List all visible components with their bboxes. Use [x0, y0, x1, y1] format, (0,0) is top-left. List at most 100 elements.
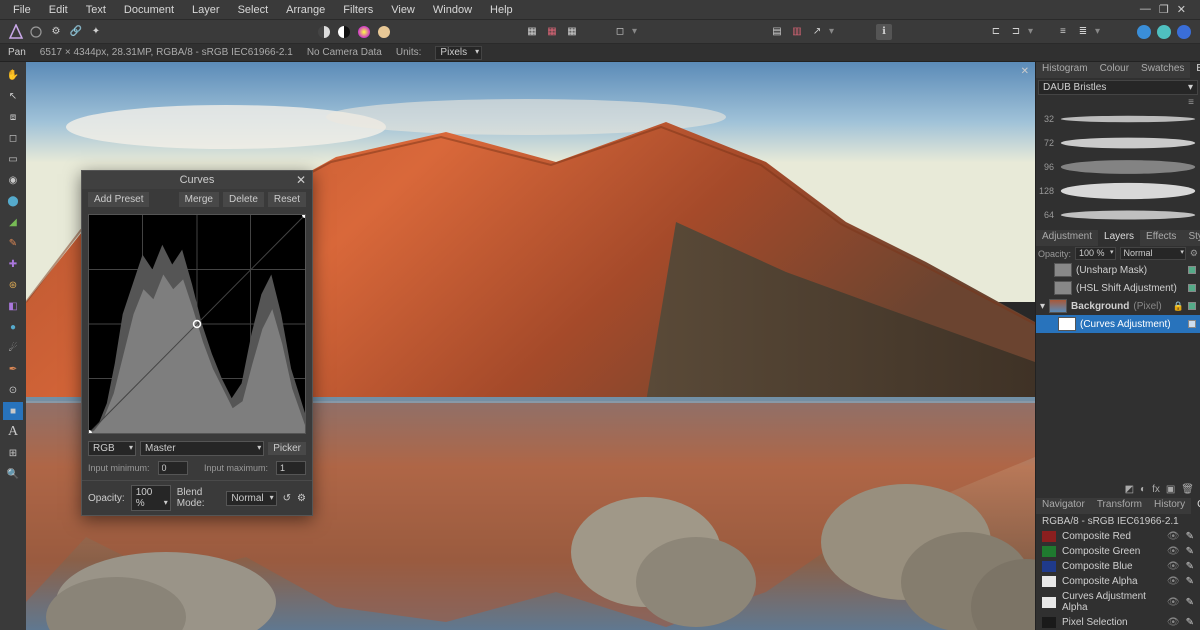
arrange-b-icon[interactable]: ≣ — [1075, 24, 1091, 40]
tab-brushes[interactable]: Brushes — [1190, 62, 1200, 78]
layer-item-curves[interactable]: (Curves Adjustment) — [1036, 315, 1200, 333]
lens-icon[interactable] — [28, 24, 44, 40]
persona-photo-icon[interactable] — [1136, 24, 1152, 40]
brush-menu-icon[interactable]: ≡ — [1036, 97, 1200, 108]
dodge-tool[interactable]: ● — [3, 318, 23, 336]
eye-icon[interactable]: 👁 — [1167, 576, 1180, 587]
tab-navigator[interactable]: Navigator — [1036, 498, 1091, 514]
tab-styles[interactable]: Styles — [1182, 230, 1200, 246]
tab-adjustment[interactable]: Adjustment — [1036, 230, 1098, 246]
lock-icon[interactable]: 🔒 — [1173, 301, 1184, 312]
menu-layer[interactable]: Layer — [183, 2, 229, 18]
layer-blend-select[interactable]: Normal — [1120, 247, 1186, 260]
curves-channel-select[interactable]: RGB — [88, 441, 136, 456]
align-b-icon[interactable]: ▥ — [789, 24, 805, 40]
wand-icon[interactable]: ✦ — [88, 24, 104, 40]
eye-icon[interactable]: 👁 — [1167, 617, 1180, 628]
clone-tool[interactable]: ⊛ — [3, 276, 23, 294]
channel-item[interactable]: Pixel Selection👁✎ — [1036, 615, 1200, 630]
info-icon[interactable]: ℹ — [876, 24, 892, 40]
menu-text[interactable]: Text — [77, 2, 115, 18]
edit-icon[interactable]: ✎ — [1186, 531, 1194, 542]
curves-reset-icon[interactable]: ↺ — [283, 493, 291, 504]
curves-master-select[interactable]: Master — [140, 441, 264, 456]
menu-help[interactable]: Help — [481, 2, 522, 18]
smudge-tool[interactable]: ☄ — [3, 339, 23, 357]
eye-icon[interactable]: 👁 — [1167, 531, 1180, 542]
grid-b-icon[interactable]: ▦ — [544, 24, 560, 40]
merge-button[interactable]: Merge — [179, 192, 219, 207]
menu-select[interactable]: Select — [229, 2, 278, 18]
zoom-tool[interactable]: 🔍 — [3, 465, 23, 483]
flood-tool[interactable]: ⬤ — [3, 192, 23, 210]
tab-effects[interactable]: Effects — [1140, 230, 1182, 246]
minimize-icon[interactable]: — — [1140, 3, 1151, 16]
eye-icon[interactable]: 👁 — [1167, 561, 1180, 572]
reset-button[interactable]: Reset — [268, 192, 306, 207]
channel-item[interactable]: Curves Adjustment Alpha👁✎ — [1036, 589, 1200, 615]
delete-button[interactable]: Delete — [223, 192, 264, 207]
channel-item[interactable]: Composite Green👁✎ — [1036, 544, 1200, 559]
in-min-field[interactable] — [158, 461, 188, 475]
tab-layers[interactable]: Layers — [1098, 230, 1140, 246]
text-tool[interactable]: A — [3, 423, 23, 441]
layer-item-background[interactable]: ▾ Background (Pixel) 🔒 — [1036, 297, 1200, 315]
lasso-tool[interactable]: ◉ — [3, 171, 23, 189]
canvas-close-icon[interactable]: ✕ — [1021, 66, 1029, 77]
brush-tool[interactable]: ✎ — [3, 234, 23, 252]
align-r-icon[interactable]: ⊐ — [1008, 24, 1024, 40]
tab-channels[interactable]: Channels — [1191, 498, 1200, 514]
add-preset-button[interactable]: Add Preset — [88, 192, 149, 207]
align-l-icon[interactable]: ⊏ — [988, 24, 1004, 40]
align-a-icon[interactable]: ▤ — [769, 24, 785, 40]
edit-icon[interactable]: ✎ — [1186, 561, 1194, 572]
channel-item[interactable]: Composite Red👁✎ — [1036, 529, 1200, 544]
channel-item[interactable]: Composite Blue👁✎ — [1036, 559, 1200, 574]
brush-preview[interactable] — [1058, 158, 1198, 176]
brush-preview[interactable] — [1058, 206, 1198, 224]
maximize-icon[interactable]: ❐ — [1159, 3, 1169, 16]
fx-icon[interactable]: fx — [1152, 484, 1160, 495]
channel-item[interactable]: Composite Alpha👁✎ — [1036, 574, 1200, 589]
curves-opacity-select[interactable]: 100 % — [131, 485, 171, 511]
eye-icon[interactable]: 👁 — [1167, 597, 1180, 608]
menu-filters[interactable]: Filters — [334, 2, 382, 18]
layer-gear-icon[interactable]: ⚙ — [1190, 248, 1198, 259]
eye-icon[interactable]: 👁 — [1167, 546, 1180, 557]
marquee-tool[interactable]: ▭ — [3, 150, 23, 168]
menu-arrange[interactable]: Arrange — [277, 2, 334, 18]
contrast-icon[interactable] — [336, 24, 352, 40]
layer-item[interactable]: (HSL Shift Adjustment) — [1036, 279, 1200, 297]
canvas[interactable]: ✕ Curves ✕ Add Preset Merge Delete Reset — [26, 62, 1035, 630]
visibility-checkbox[interactable] — [1188, 284, 1196, 292]
grid-a-icon[interactable]: ▦ — [524, 24, 540, 40]
menu-edit[interactable]: Edit — [40, 2, 77, 18]
mask-square-icon[interactable]: ◻ — [612, 24, 628, 40]
curves-title-bar[interactable]: Curves ✕ — [82, 171, 312, 189]
menu-view[interactable]: View — [382, 2, 424, 18]
curves-blend-select[interactable]: Normal — [226, 491, 276, 506]
layer-opacity-select[interactable]: 100 % — [1075, 247, 1116, 260]
expand-icon[interactable]: ▾ — [1040, 301, 1045, 312]
edit-icon[interactable]: ✎ — [1186, 546, 1194, 557]
align-c-icon[interactable]: ↗ — [809, 24, 825, 40]
mask-icon[interactable]: ◩ — [1125, 484, 1134, 495]
picker-tool[interactable]: ⊙ — [3, 381, 23, 399]
visibility-checkbox[interactable] — [1188, 302, 1196, 310]
edit-icon[interactable]: ✎ — [1186, 597, 1194, 608]
layer-item[interactable]: (Unsharp Mask) — [1036, 261, 1200, 279]
menu-file[interactable]: File — [4, 2, 40, 18]
adjust-icon[interactable]: ◐ — [1140, 484, 1146, 495]
erase-tool[interactable]: ◧ — [3, 297, 23, 315]
edit-icon[interactable]: ✎ — [1186, 576, 1194, 587]
visibility-checkbox[interactable] — [1188, 266, 1196, 274]
circle-half-icon[interactable] — [316, 24, 332, 40]
tab-histogram[interactable]: Histogram — [1036, 62, 1094, 78]
in-max-field[interactable] — [276, 461, 306, 475]
pen-tool[interactable]: ✒ — [3, 360, 23, 378]
tab-colour[interactable]: Colour — [1094, 62, 1135, 78]
crop-layer-icon[interactable]: ▣ — [1166, 484, 1175, 495]
persona-liquify-icon[interactable] — [1156, 24, 1172, 40]
selection-tool[interactable]: ◻ — [3, 129, 23, 147]
units-select[interactable]: Pixels — [435, 46, 482, 60]
